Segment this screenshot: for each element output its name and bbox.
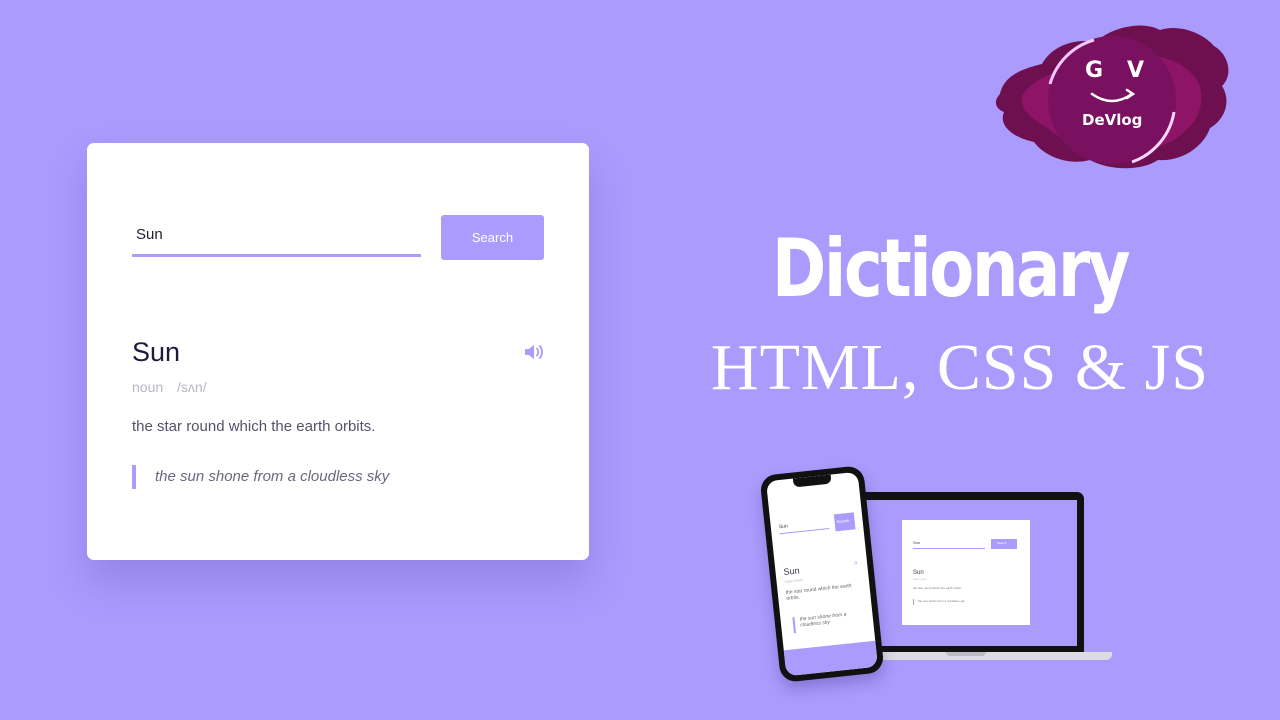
laptop-mini-search-value: Sun [913,540,921,545]
phone-mini-word: Sun [783,565,801,577]
laptop-mini-example: the sun shone from a cloudless sky [918,599,965,603]
phone-notch [792,474,832,488]
result-word: Sun [132,337,181,367]
search-input[interactable] [132,215,421,257]
logo-name: DeVlog [1082,111,1143,129]
word-details: noun /sʌn/ [132,379,207,395]
logo-letter-v: V [1127,58,1145,83]
phone-screen: Sun Search Sun ♬ noun /sʌn/ the star rou… [766,471,878,677]
phone-bottom-bar [783,640,878,677]
phone-mini-meaning: the star round which the earth orbits. [785,582,852,603]
part-of-speech: noun [132,379,164,395]
phone-mini-volume-icon: ♬ [852,560,860,567]
phone-mini-example: the sun shone from a cloudless sky [799,611,847,629]
laptop-mini-meaning: the star round which the earth orbits. [913,586,962,590]
laptop-mockup: Sun Search Sun noun /sʌn/ the star round… [856,492,1084,652]
word-example: the sun shone from a cloudless sky [132,465,389,489]
headline-subtitle: HTML, CSS & JS [710,331,1210,404]
phonetic: /sʌn/ [177,379,207,395]
laptop-mini-word: Sun [913,570,924,576]
phone-mini-details: noun /sʌn/ [784,577,804,584]
dictionary-card: Search Sun noun /sʌn/ the star round whi… [87,143,589,560]
phone-mockup: Sun Search Sun ♬ noun /sʌn/ the star rou… [759,465,885,683]
word-meaning: the star round which the earth orbits. [132,418,376,435]
laptop-display: Sun Search Sun noun /sʌn/ the star round… [863,500,1077,646]
phone-mini-search-value: Sun [778,523,789,531]
logo-letter-g: G [1085,58,1104,83]
laptop-notch [946,652,986,656]
logo-brush-icon [995,25,1229,169]
laptop-mini-card: Sun Search Sun noun /sʌn/ the star round… [902,520,1030,625]
gv-devlog-logo: G V DeVlog [992,16,1232,172]
laptop-mini-details: noun /sʌn/ [913,577,927,581]
search-button[interactable]: Search [441,215,544,260]
headline-title: Dictionary [771,222,1131,315]
volume-icon[interactable] [524,343,546,361]
laptop-mini-search-button: Search [997,541,1007,545]
